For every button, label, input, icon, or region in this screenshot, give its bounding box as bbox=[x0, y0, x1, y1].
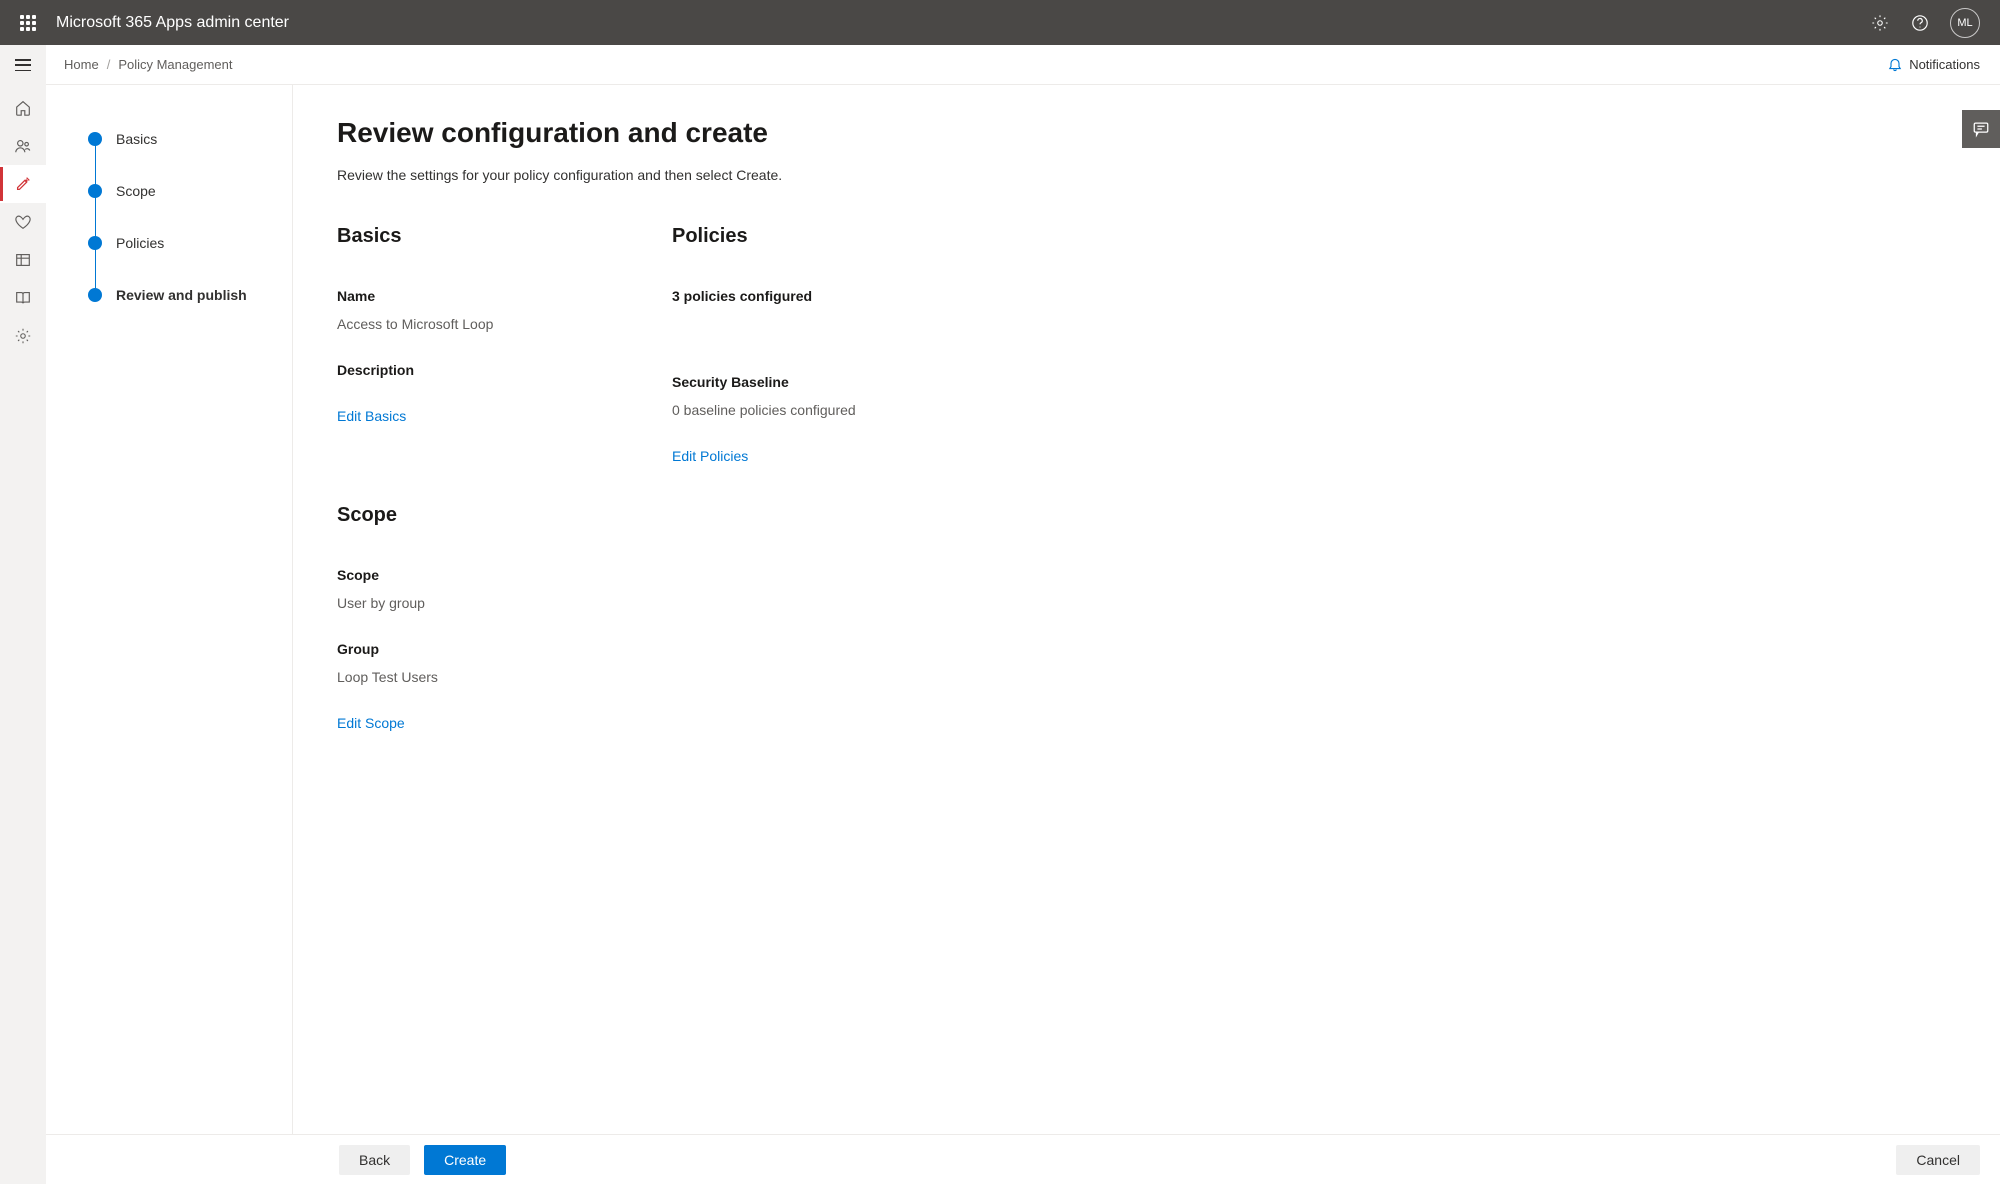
step-dot bbox=[88, 288, 102, 302]
notifications-label: Notifications bbox=[1909, 57, 1980, 72]
rail-learn[interactable] bbox=[0, 279, 46, 317]
cancel-button[interactable]: Cancel bbox=[1896, 1145, 1980, 1175]
feedback-button[interactable] bbox=[1962, 110, 2000, 148]
page-subtitle: Review the settings for your policy conf… bbox=[337, 167, 1956, 183]
scope-heading: Scope bbox=[337, 504, 1956, 527]
step-label: Basics bbox=[116, 131, 157, 147]
steps-pane: Basics Scope Policies Review and publish bbox=[46, 85, 293, 1184]
edit-scope-link[interactable]: Edit Scope bbox=[337, 715, 405, 731]
footer-bar: Back Create Cancel bbox=[46, 1134, 2000, 1184]
policies-configured-count: 3 policies configured bbox=[672, 288, 1007, 304]
rail-settings[interactable] bbox=[0, 317, 46, 355]
basics-section: Basics Name Access to Microsoft Loop Des… bbox=[337, 225, 672, 464]
group-label: Group bbox=[337, 641, 1956, 657]
group-value: Loop Test Users bbox=[337, 669, 1956, 685]
breadcrumb-separator: / bbox=[107, 57, 111, 72]
step-basics[interactable]: Basics bbox=[88, 113, 272, 165]
hamburger-menu[interactable] bbox=[0, 45, 46, 85]
basics-heading: Basics bbox=[337, 225, 672, 248]
name-value: Access to Microsoft Loop bbox=[337, 316, 672, 332]
step-scope[interactable]: Scope bbox=[88, 165, 272, 217]
step-dot bbox=[88, 132, 102, 146]
top-header: Microsoft 365 Apps admin center ML bbox=[0, 0, 2000, 45]
rail-home[interactable] bbox=[0, 89, 46, 127]
left-rail bbox=[0, 45, 46, 1184]
scope-value: User by group bbox=[337, 595, 1956, 611]
user-avatar[interactable]: ML bbox=[1950, 8, 1980, 38]
rail-inventory[interactable] bbox=[0, 241, 46, 279]
create-button[interactable]: Create bbox=[424, 1145, 506, 1175]
back-button[interactable]: Back bbox=[339, 1145, 410, 1175]
breadcrumb-current[interactable]: Policy Management bbox=[118, 57, 232, 72]
edit-policies-link[interactable]: Edit Policies bbox=[672, 448, 748, 464]
waffle-icon[interactable] bbox=[8, 0, 48, 45]
app-title: Microsoft 365 Apps admin center bbox=[56, 14, 1870, 32]
scope-section: Scope Scope User by group Group Loop Tes… bbox=[337, 504, 1956, 731]
bell-icon bbox=[1887, 57, 1903, 73]
page-title: Review configuration and create bbox=[337, 117, 1956, 149]
security-baseline-value: 0 baseline policies configured bbox=[672, 402, 1007, 418]
step-dot bbox=[88, 236, 102, 250]
policies-section: Policies 3 policies configured Security … bbox=[672, 225, 1007, 464]
step-review-publish[interactable]: Review and publish bbox=[88, 269, 272, 321]
name-label: Name bbox=[337, 288, 672, 304]
step-dot bbox=[88, 184, 102, 198]
content-pane: Review configuration and create Review t… bbox=[293, 85, 2000, 1184]
step-label: Review and publish bbox=[116, 287, 247, 303]
edit-basics-link[interactable]: Edit Basics bbox=[337, 408, 406, 424]
rail-health[interactable] bbox=[0, 203, 46, 241]
avatar-initials: ML bbox=[1957, 17, 1972, 29]
step-label: Scope bbox=[116, 183, 156, 199]
description-label: Description bbox=[337, 362, 672, 378]
rail-customization[interactable] bbox=[0, 165, 46, 203]
breadcrumb-bar: Home / Policy Management Notifications bbox=[0, 45, 2000, 85]
notifications-button[interactable]: Notifications bbox=[1887, 57, 1980, 73]
rail-users[interactable] bbox=[0, 127, 46, 165]
settings-icon[interactable] bbox=[1870, 13, 1890, 33]
security-baseline-label: Security Baseline bbox=[672, 374, 1007, 390]
step-policies[interactable]: Policies bbox=[88, 217, 272, 269]
scope-label: Scope bbox=[337, 567, 1956, 583]
policies-heading: Policies bbox=[672, 225, 1007, 248]
help-icon[interactable] bbox=[1910, 13, 1930, 33]
step-label: Policies bbox=[116, 235, 164, 251]
breadcrumb-home[interactable]: Home bbox=[64, 57, 99, 72]
